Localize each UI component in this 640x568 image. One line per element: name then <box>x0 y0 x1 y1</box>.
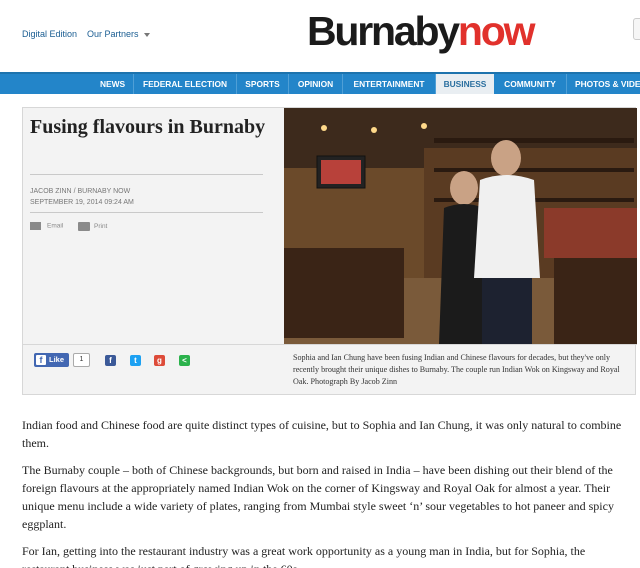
printer-icon <box>78 222 90 231</box>
article-paragraph: For Ian, getting into the restaurant ind… <box>22 544 586 568</box>
author-name[interactable]: JACOB ZINN <box>30 188 72 195</box>
nav-federal-election[interactable]: FEDERAL ELECTION <box>134 74 237 94</box>
nav-opinion[interactable]: OPINION <box>289 74 343 94</box>
facebook-icon: f <box>36 355 46 365</box>
nav-sports[interactable]: SPORTS <box>237 74 289 94</box>
nav-community[interactable]: COMMUNITY <box>494 74 567 94</box>
article-card: Fusing flavours in Burnaby JACOB ZINN / … <box>22 107 637 396</box>
site-header: Digital Edition Our Partners Burnabynow <box>0 0 640 72</box>
restaurant-photo <box>284 108 637 344</box>
email-button[interactable]: Email <box>30 222 63 230</box>
search-box[interactable] <box>633 18 640 40</box>
nav-news[interactable]: NEWS <box>92 74 134 94</box>
nav-photos-video[interactable]: PHOTOS & VIDE <box>567 74 640 94</box>
logo-burnaby: Burnaby <box>307 8 460 54</box>
twitter-icon[interactable]: t <box>130 355 141 366</box>
share-icon[interactable]: < <box>179 355 190 366</box>
logo-now: now <box>457 8 536 54</box>
print-label: Print <box>94 223 108 231</box>
our-partners-menu[interactable]: Our Partners <box>87 29 150 39</box>
facebook-like-button[interactable]: f Like <box>34 353 69 367</box>
nav-entertainment[interactable]: ENTERTAINMENT <box>343 74 436 94</box>
envelope-icon <box>30 222 41 230</box>
facebook-icon[interactable]: f <box>105 355 116 366</box>
nav-business[interactable]: BUSINESS <box>436 74 494 94</box>
our-partners-label: Our Partners <box>87 29 139 39</box>
share-bar: f Like 1 f t g < <box>23 344 284 396</box>
google-plus-icon[interactable]: g <box>154 355 165 366</box>
like-label: Like <box>49 355 65 364</box>
article-paragraph: The Burnaby couple – both of Chinese bac… <box>22 463 614 531</box>
site-logo[interactable]: Burnabynow <box>307 8 536 54</box>
email-label: Email <box>47 222 64 230</box>
article-header: Fusing flavours in Burnaby JACOB ZINN / … <box>23 108 284 344</box>
article-body: Indian food and Chinese food are quite d… <box>22 416 632 568</box>
divider <box>30 212 263 213</box>
byline: JACOB ZINN / BURNABY NOW SEPTEMBER 19, 2… <box>30 186 134 208</box>
main-nav: NEWS FEDERAL ELECTION SPORTS OPINION ENT… <box>0 72 640 94</box>
outlet-name: / BURNABY NOW <box>73 188 131 195</box>
like-count: 1 <box>73 353 90 367</box>
publish-date: SEPTEMBER 19, 2014 09:24 AM <box>30 199 134 206</box>
digital-edition-link[interactable]: Digital Edition <box>22 29 77 39</box>
print-button[interactable]: Print <box>78 222 107 231</box>
divider <box>30 174 263 175</box>
photo-caption: Sophia and Ian Chung have been fusing In… <box>284 344 637 396</box>
article-title: Fusing flavours in Burnaby <box>30 116 266 138</box>
article-photo[interactable] <box>284 108 637 344</box>
article-paragraph: Indian food and Chinese food are quite d… <box>22 418 622 450</box>
chevron-down-icon <box>143 32 150 37</box>
